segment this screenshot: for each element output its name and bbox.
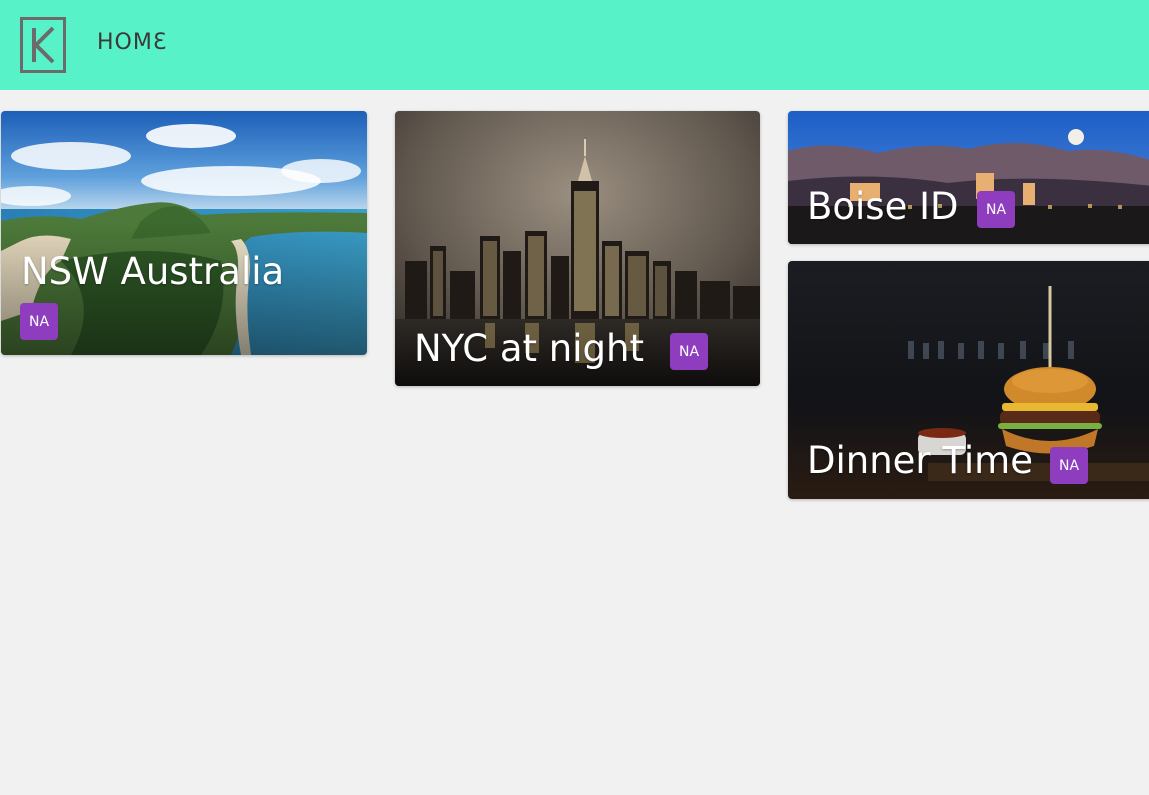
status-badge: NA <box>977 191 1015 228</box>
card-title: NYC at night <box>414 327 644 370</box>
card-title: NSW Australia <box>21 250 285 293</box>
card-boise-id[interactable]: Boise ID NA <box>788 111 1149 244</box>
card-dinner-time[interactable]: Dinner Time NA <box>788 261 1149 499</box>
card-nyc-at-night[interactable]: NYC at night NA <box>395 111 760 386</box>
card-title: Boise ID <box>807 185 959 228</box>
top-navbar: HOMƐ <box>0 0 1149 90</box>
status-badge: NA <box>1050 447 1088 484</box>
k-logo-icon[interactable] <box>20 17 66 73</box>
status-badge: NA <box>670 333 708 370</box>
card-title: Dinner Time <box>807 439 1033 482</box>
status-badge: NA <box>20 303 58 340</box>
nav-home-link[interactable]: HOMƐ <box>97 30 167 55</box>
card-nsw-australia[interactable]: NSW Australia NA <box>1 111 367 355</box>
